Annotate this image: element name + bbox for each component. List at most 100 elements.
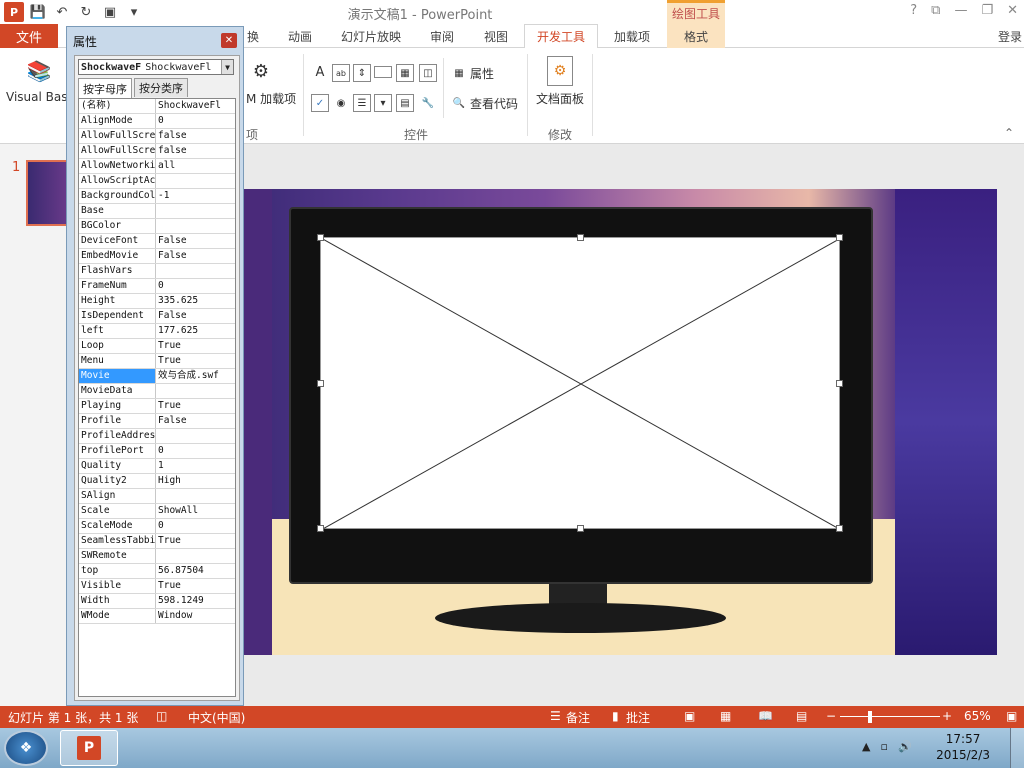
ribbon-display-button[interactable]: ⧉ — [931, 3, 940, 18]
property-value[interactable]: 177.625 — [156, 324, 235, 338]
property-value[interactable]: 0 — [156, 444, 235, 458]
combobox-control-icon[interactable]: ▾ — [374, 94, 392, 112]
taskbar-powerpoint-button[interactable]: P — [60, 730, 118, 766]
property-row[interactable]: AllowFullScre false — [79, 129, 235, 144]
property-row[interactable]: BackgroundCol -1 — [79, 189, 235, 204]
slide-sorter-icon[interactable]: ▦ — [720, 709, 731, 723]
tab-file[interactable]: 文件 — [0, 24, 58, 48]
visual-basic-button[interactable]: Visual Bas — [6, 90, 67, 104]
property-value[interactable]: False — [156, 249, 235, 263]
normal-view-icon[interactable]: ▣ — [684, 709, 695, 723]
property-value[interactable]: 0 — [156, 519, 235, 533]
property-row[interactable]: Width 598.1249 — [79, 594, 235, 609]
property-value[interactable]: 0 — [156, 279, 235, 293]
minimize-button[interactable]: — — [954, 3, 967, 18]
tab-alphabetic[interactable]: 按字母序 — [78, 78, 132, 98]
slide[interactable] — [244, 189, 997, 655]
property-row[interactable]: left 177.625 — [79, 324, 235, 339]
property-row[interactable]: SeamlessTabbi True — [79, 534, 235, 549]
slide-thumbnail[interactable] — [26, 160, 70, 226]
property-row[interactable]: (名称) ShockwaveFl — [79, 99, 235, 114]
tab-addins[interactable]: 加载项 — [604, 24, 660, 48]
property-row[interactable]: Height 335.625 — [79, 294, 235, 309]
property-row[interactable]: ProfileAddres — [79, 429, 235, 444]
resize-handle-se[interactable] — [836, 525, 843, 532]
property-value[interactable]: false — [156, 144, 235, 158]
toggle-button-icon[interactable]: ▤ — [396, 94, 414, 112]
property-value[interactable] — [156, 384, 235, 398]
property-row[interactable]: AllowScriptAc — [79, 174, 235, 189]
slideshow-view-icon[interactable]: ▤ — [796, 709, 807, 723]
restore-button[interactable]: ❐ — [981, 3, 993, 18]
property-row[interactable]: MovieData — [79, 384, 235, 399]
properties-window[interactable]: 属性 ✕ ShockwaveF ShockwaveFl ▼ 按字母序 按分类序 … — [66, 26, 244, 706]
collapse-ribbon-icon[interactable]: ⌃ — [1004, 126, 1014, 140]
spin-button-icon[interactable]: ⇕ — [353, 64, 371, 82]
property-value[interactable]: 598.1249 — [156, 594, 235, 608]
property-value[interactable]: False — [156, 234, 235, 248]
textbox-control-icon[interactable]: ab — [332, 64, 350, 82]
object-selector-dropdown[interactable]: ShockwaveF ShockwaveFl ▼ — [78, 59, 234, 75]
property-value[interactable] — [156, 174, 235, 188]
property-value[interactable]: False — [156, 414, 235, 428]
tab-categorized[interactable]: 按分类序 — [134, 78, 188, 97]
more-controls-icon[interactable]: 🔧 — [419, 94, 437, 112]
property-value[interactable]: false — [156, 129, 235, 143]
resize-handle-n[interactable] — [577, 234, 584, 241]
property-row[interactable]: Visible True — [79, 579, 235, 594]
property-value[interactable]: ShowAll — [156, 504, 235, 518]
zoom-slider-thumb[interactable] — [868, 711, 872, 723]
resize-handle-s[interactable] — [577, 525, 584, 532]
property-row[interactable]: Scale ShowAll — [79, 504, 235, 519]
property-row[interactable]: WMode Window — [79, 609, 235, 624]
property-row[interactable]: DeviceFont False — [79, 234, 235, 249]
tab-animations[interactable]: 动画 — [278, 24, 322, 48]
property-value[interactable]: True — [156, 399, 235, 413]
property-value[interactable] — [156, 219, 235, 233]
property-row[interactable]: Base — [79, 204, 235, 219]
property-row[interactable]: AllowFullScre false — [79, 144, 235, 159]
property-row[interactable]: Quality2 High — [79, 474, 235, 489]
property-value[interactable]: Window — [156, 609, 235, 623]
properties-button[interactable]: 属性 — [470, 65, 494, 82]
property-value[interactable]: True — [156, 579, 235, 593]
label-control-icon[interactable]: A — [311, 63, 329, 81]
zoom-in-button[interactable]: + — [942, 709, 952, 723]
property-value[interactable] — [156, 429, 235, 443]
property-value[interactable]: 56.87504 — [156, 564, 235, 578]
spell-check-icon[interactable]: ◫ — [156, 709, 167, 723]
view-code-button[interactable]: 查看代码 — [470, 95, 518, 112]
property-row[interactable]: AllowNetworki all — [79, 159, 235, 174]
tab-review[interactable]: 审阅 — [420, 24, 464, 48]
property-row[interactable]: Profile False — [79, 414, 235, 429]
listbox-control-icon[interactable]: ☰ — [353, 94, 371, 112]
property-row[interactable]: FlashVars — [79, 264, 235, 279]
properties-close-button[interactable]: ✕ — [221, 33, 237, 48]
resize-handle-e[interactable] — [836, 380, 843, 387]
tab-slideshow[interactable]: 幻灯片放映 — [332, 24, 410, 48]
show-desktop-button[interactable] — [1010, 728, 1024, 768]
property-value[interactable] — [156, 204, 235, 218]
property-value[interactable]: High — [156, 474, 235, 488]
property-row[interactable]: SWRemote — [79, 549, 235, 564]
tab-view[interactable]: 视图 — [474, 24, 518, 48]
resize-handle-ne[interactable] — [836, 234, 843, 241]
property-row[interactable]: Movie 效与合成.swf — [79, 369, 235, 384]
property-row[interactable]: IsDependent False — [79, 309, 235, 324]
property-value[interactable]: 效与合成.swf — [156, 369, 235, 383]
property-value[interactable]: -1 — [156, 189, 235, 203]
property-value[interactable]: 1 — [156, 459, 235, 473]
property-row[interactable]: SAlign — [79, 489, 235, 504]
property-row[interactable]: top 56.87504 — [79, 564, 235, 579]
zoom-out-button[interactable]: − — [826, 709, 836, 723]
property-row[interactable]: Menu True — [79, 354, 235, 369]
property-value[interactable]: False — [156, 309, 235, 323]
property-value[interactable]: 0 — [156, 114, 235, 128]
start-button[interactable]: ❖ — [4, 730, 48, 766]
chevron-down-icon[interactable]: ▼ — [221, 60, 233, 74]
reading-view-icon[interactable]: 📖 — [758, 709, 773, 723]
property-value[interactable] — [156, 549, 235, 563]
scrollbar-control-icon[interactable]: ◫ — [419, 64, 437, 82]
comments-button[interactable]: 批注 — [626, 709, 650, 726]
property-value[interactable]: ShockwaveFl — [156, 99, 235, 113]
